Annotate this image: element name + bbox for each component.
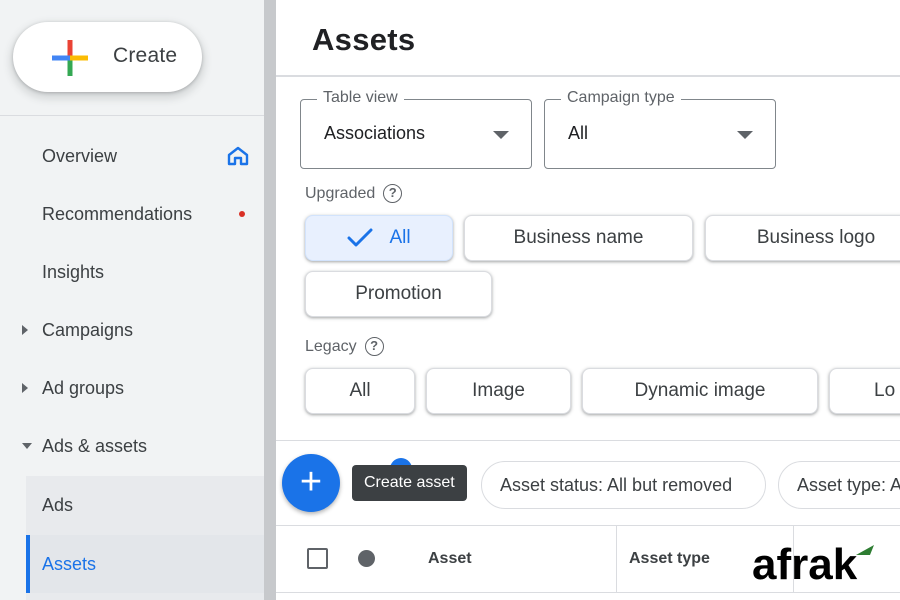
logo-wordmark: afrak xyxy=(752,541,858,587)
dropdown-value: All xyxy=(568,123,589,143)
plus-icon: + xyxy=(299,460,323,503)
home-icon xyxy=(227,146,249,166)
chip-label: Business logo xyxy=(756,227,876,248)
asset-type-filter[interactable]: Asset type: A xyxy=(778,461,900,509)
sidebar: Create Overview Recommendations Insights… xyxy=(0,0,264,600)
dropdown-label: Campaign type xyxy=(561,89,681,107)
caret-down-icon xyxy=(737,131,753,139)
table-border xyxy=(276,592,900,593)
expand-arrow-icon xyxy=(22,325,28,335)
column-header-asset[interactable]: Asset xyxy=(428,550,472,568)
help-icon[interactable]: ? xyxy=(364,337,384,356)
sidebar-item-ads-and-assets[interactable]: Ads & assets xyxy=(0,421,264,471)
chip-label: Image xyxy=(472,380,525,401)
chip-label: All xyxy=(389,227,411,248)
asset-status-filter[interactable]: Asset status: All but removed xyxy=(481,461,766,509)
add-asset-fab[interactable]: + xyxy=(282,454,340,512)
page-title: Assets xyxy=(312,22,416,57)
upgraded-chip-business-logo[interactable]: Business logo xyxy=(705,215,900,261)
create-asset-tooltip: Create asset xyxy=(352,465,467,501)
sidebar-item-ad-groups[interactable]: Ad groups xyxy=(0,363,264,413)
sidebar-item-label: Assets xyxy=(42,553,97,574)
sidebar-item-label: Ad groups xyxy=(42,377,125,398)
sidebar-item-insights[interactable]: Insights xyxy=(0,247,264,297)
legacy-chip-truncated[interactable]: Lo xyxy=(829,368,900,414)
sidebar-item-label: Overview xyxy=(42,145,118,166)
section-label-text: Upgraded xyxy=(305,184,376,202)
sidebar-item-label: Campaigns xyxy=(42,319,134,340)
sidebar-item-label: Ads & assets xyxy=(42,435,148,456)
checkmark-icon xyxy=(347,228,373,247)
status-column-icon xyxy=(358,550,375,567)
sidebar-scrollbar[interactable] xyxy=(264,0,276,600)
sidebar-item-overview[interactable]: Overview xyxy=(0,131,264,181)
dropdown-label: Table view xyxy=(317,89,404,107)
legacy-section-label: Legacy ? xyxy=(305,337,384,356)
chip-label: Lo xyxy=(874,380,896,401)
sidebar-item-campaigns[interactable]: Campaigns xyxy=(0,305,264,355)
campaign-type-dropdown[interactable]: Campaign type All xyxy=(544,89,776,169)
chip-label: All xyxy=(349,380,371,401)
sidebar-divider xyxy=(0,115,264,116)
table-view-dropdown[interactable]: Table view Associations xyxy=(300,89,532,169)
sidebar-item-assets[interactable]: Assets xyxy=(26,535,264,593)
notification-dot xyxy=(239,211,245,217)
legacy-chip-image[interactable]: Image xyxy=(426,368,571,414)
select-all-checkbox[interactable] xyxy=(307,548,328,569)
upgraded-section-label: Upgraded ? xyxy=(305,184,403,203)
create-button[interactable]: Create xyxy=(13,22,202,92)
chip-label: Business name xyxy=(513,227,644,248)
main-content: Assets Table view Associations Campaign … xyxy=(276,0,900,600)
chip-label: Dynamic image xyxy=(634,380,766,401)
upgraded-chip-promotion[interactable]: Promotion xyxy=(305,271,492,317)
dropdown-value: Associations xyxy=(324,123,426,143)
collapse-arrow-icon xyxy=(22,443,32,449)
sidebar-item-recommendations[interactable]: Recommendations xyxy=(0,189,264,239)
legacy-chip-all[interactable]: All xyxy=(305,368,415,414)
column-divider xyxy=(616,526,617,592)
expand-arrow-icon xyxy=(22,383,28,393)
column-header-asset-type[interactable]: Asset type xyxy=(629,550,710,568)
help-icon[interactable]: ? xyxy=(383,184,403,203)
sidebar-item-label: Recommendations xyxy=(42,203,193,224)
google-plus-icon xyxy=(52,40,88,76)
section-label-text: Legacy xyxy=(305,337,357,355)
caret-down-icon xyxy=(493,131,509,139)
sidebar-item-ads[interactable]: Ads xyxy=(26,480,264,530)
create-button-label: Create xyxy=(113,44,178,67)
upgraded-chip-all[interactable]: All xyxy=(305,215,453,261)
upgraded-chip-business-name[interactable]: Business name xyxy=(464,215,693,261)
title-divider xyxy=(276,75,900,77)
sidebar-item-label: Ads xyxy=(42,494,74,515)
chip-label: Promotion xyxy=(355,283,442,304)
sidebar-item-label: Insights xyxy=(42,261,105,282)
section-divider xyxy=(276,440,900,441)
afrak-logo: afrak xyxy=(752,541,874,587)
legacy-chip-dynamic-image[interactable]: Dynamic image xyxy=(582,368,818,414)
